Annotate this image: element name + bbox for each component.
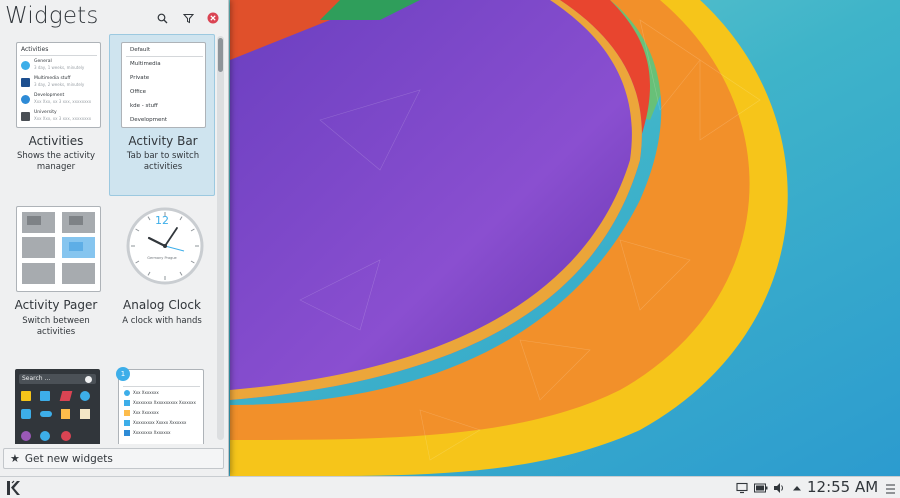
widget-description: Switch between activities <box>22 316 90 337</box>
widget-description: Shows the activity manager <box>16 151 96 172</box>
widget-grid: Activities General 3 day, 1 weeks, minut… <box>0 34 216 444</box>
filter-icon[interactable] <box>180 10 196 26</box>
widget-activities[interactable]: Activities General 3 day, 1 weeks, minut… <box>3 34 109 196</box>
widget-title: Activities <box>28 134 84 148</box>
list-item: Multimedia stuff 3 day, 2 weeks, minutel… <box>21 76 97 90</box>
list-item: Development Xxx Xxx, xx 3 xxx, xxxxxxxx <box>21 93 97 107</box>
list-item: Xxx Xxxxxxx <box>133 410 159 415</box>
get-new-widgets-label: Get new widgets <box>24 452 113 465</box>
clock-label: Germany Prague <box>147 256 177 260</box>
thumb-badge: 1 <box>116 367 130 381</box>
panel-title: Widgets <box>5 3 99 29</box>
widget-description: A clock with hands <box>122 316 202 326</box>
widget-activity-bar[interactable]: Default Multimedia Private Office kde - … <box>109 34 215 196</box>
close-icon[interactable] <box>205 10 221 26</box>
widget-activity-pager[interactable]: Activity Pager Switch between activities <box>3 202 109 337</box>
kde-launcher-icon[interactable] <box>4 479 22 497</box>
widget-title: Activity Pager <box>14 298 98 312</box>
widget-title: Activity Bar <box>128 134 198 148</box>
list-item: General 3 day, 1 weeks, minutely <box>21 59 97 73</box>
search-icon[interactable] <box>154 10 170 26</box>
volume-icon[interactable] <box>773 482 785 494</box>
list-item: Multimedia <box>130 61 161 67</box>
list-item: Xxxxxxxx Xxxxxxxxxx Xxxxxxx <box>133 400 196 405</box>
list-item: Development <box>130 117 168 123</box>
clock[interactable]: 12:55 AM <box>807 478 878 496</box>
taskbar: 12:55 AM <box>0 476 900 498</box>
widgets-panel: Widgets Activities General 3 day, 1 week… <box>0 0 229 476</box>
widget-title: Analog Clock <box>123 298 201 312</box>
activity-pager-thumbnail <box>16 206 101 292</box>
scrollbar-track[interactable] <box>217 36 224 440</box>
monitor-icon[interactable] <box>736 482 748 494</box>
app-menu-thumbnail: 1 Xxx Xxxxxxx Xxxxxxxx Xxxxxxxxxx Xxxxxx… <box>116 367 204 444</box>
activities-thumbnail: Activities General 3 day, 1 weeks, minut… <box>16 42 101 128</box>
get-new-widgets-button[interactable]: ★ Get new widgets <box>3 448 224 469</box>
widget-application-menu[interactable]: 1 Xxx Xxxxxxx Xxxxxxxx Xxxxxxxxxx Xxxxxx… <box>109 364 215 444</box>
widget-description: Tab bar to switch activities <box>126 151 200 172</box>
star-icon: ★ <box>10 452 20 465</box>
app-launcher-thumbnail: Search ... <box>15 369 100 444</box>
list-item: Private <box>130 75 150 81</box>
thumb-search: Search ... <box>22 375 51 382</box>
widget-analog-clock[interactable]: 12 Germany Prague Analog Clock A clock w… <box>109 202 215 332</box>
list-item: Xxx Xxxxxxx <box>133 390 159 395</box>
hamburger-menu-icon[interactable] <box>885 481 896 495</box>
battery-icon[interactable] <box>754 482 768 494</box>
list-item: University Xxx Xxx, xx 3 xxx, xxxxxxxx <box>21 110 97 124</box>
clock-number: 12 <box>155 214 169 227</box>
list-item: Office <box>130 89 147 95</box>
scrollbar-thumb[interactable] <box>218 38 223 72</box>
tray-expand-icon[interactable] <box>792 482 802 494</box>
list-item: Default <box>130 47 151 53</box>
analog-clock-thumbnail: 12 Germany Prague <box>122 206 207 292</box>
thumb-header: Activities <box>21 46 49 53</box>
widget-application-launcher[interactable]: Search ... <box>3 364 109 444</box>
list-item: Xxxxxxxxx Xxxxx Xxxxxxx <box>133 420 187 425</box>
list-item: Xxxxxxxx Xxxxxxx <box>133 430 171 435</box>
activity-bar-thumbnail: Default Multimedia Private Office kde - … <box>121 42 206 128</box>
list-item: kde - stuff <box>130 103 158 109</box>
